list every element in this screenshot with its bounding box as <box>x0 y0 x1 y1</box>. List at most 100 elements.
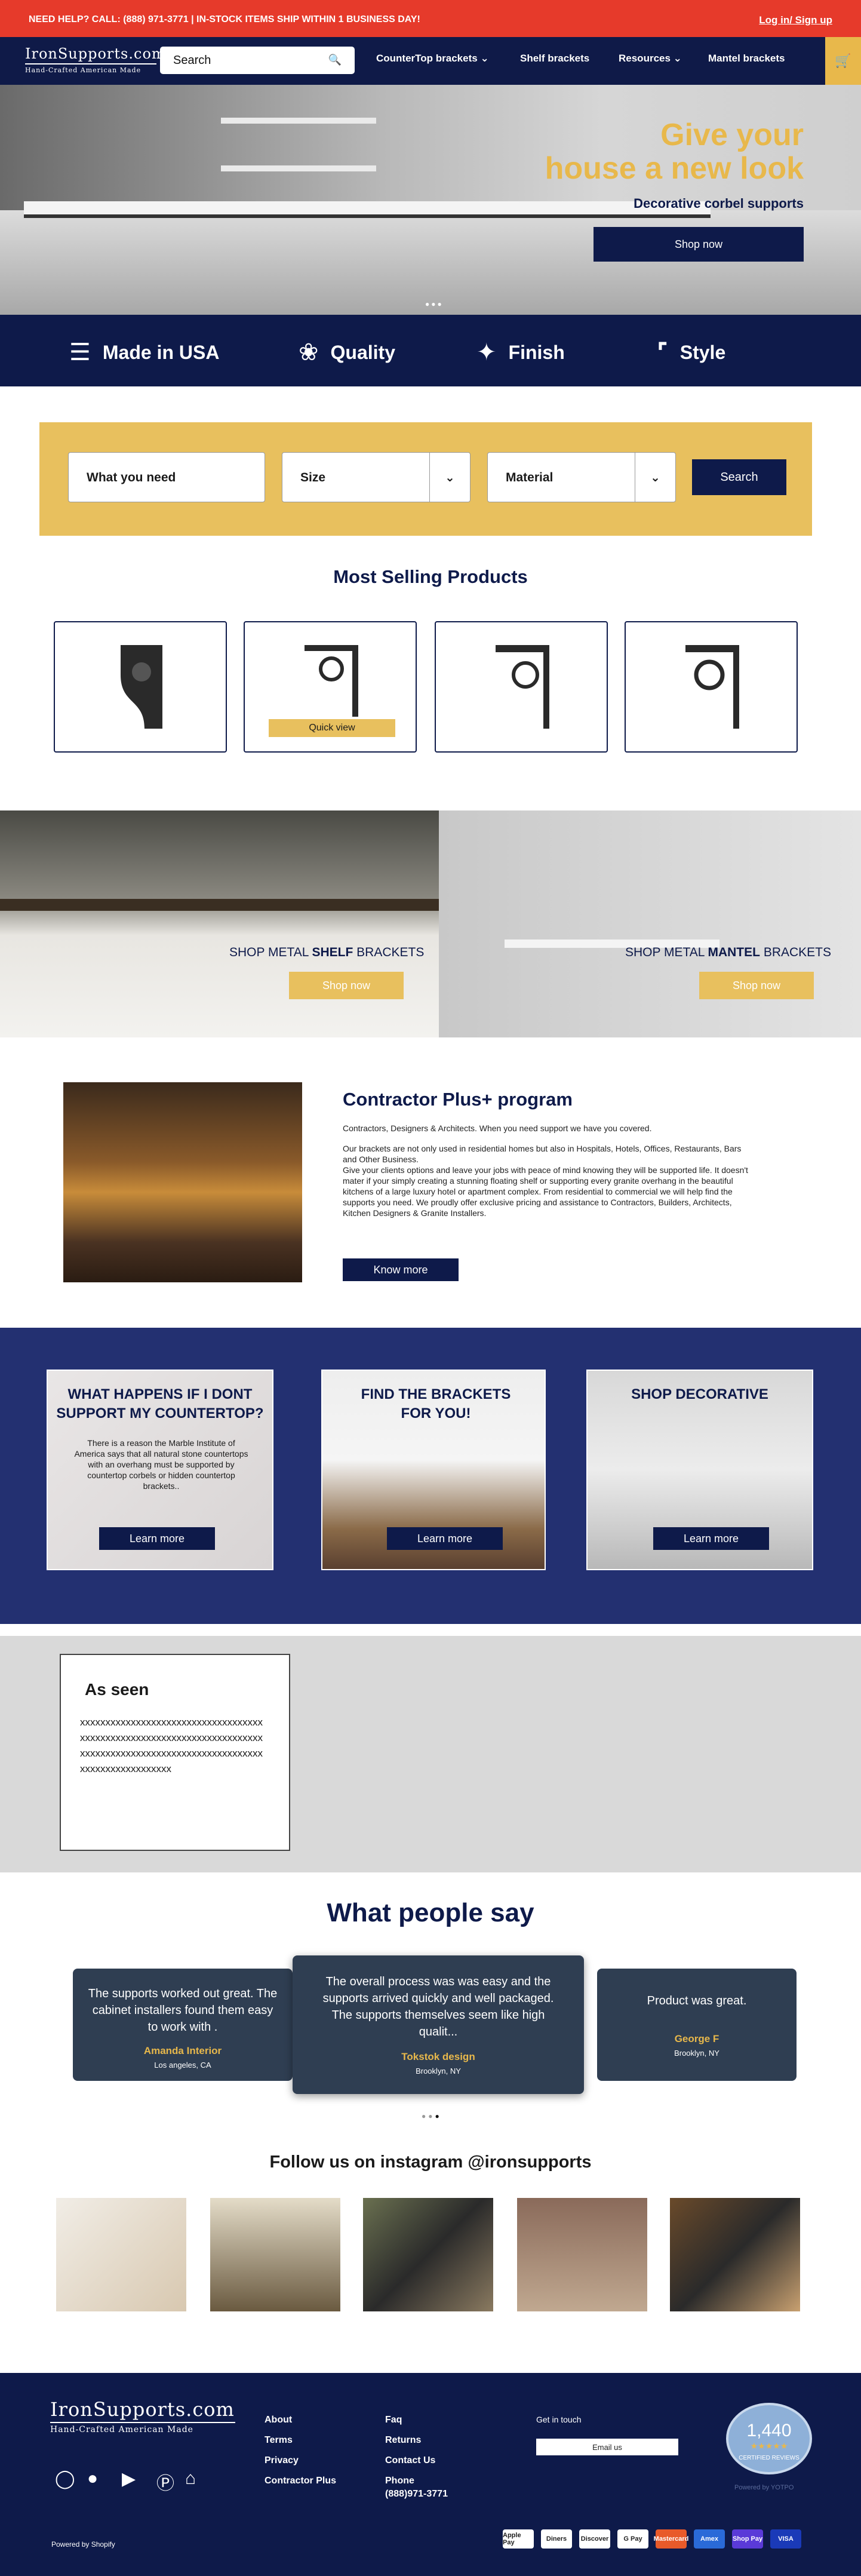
size-select[interactable]: Size ⌄ <box>282 452 471 502</box>
instagram-post[interactable] <box>670 2198 800 2311</box>
bracket-image <box>305 645 358 717</box>
reviews-badge[interactable]: 1,440 ★★★★★ CERTIFIED REVIEWS <box>726 2403 812 2474</box>
hero-shop-now-button[interactable]: Shop now <box>594 227 804 262</box>
powered-by-yotpo[interactable]: Powered by YOTPO <box>734 2484 794 2491</box>
shelf-brackets-banner[interactable]: SHOP METAL SHELF BRACKETS Shop now <box>0 810 439 1037</box>
hero-countertop <box>24 201 711 218</box>
learn-more-button[interactable]: Learn more <box>99 1527 215 1550</box>
product-card[interactable]: Quick view <box>244 621 417 753</box>
card-title: FIND THE BRACKETS FOR YOU! <box>361 1386 511 1421</box>
mantel-brackets-banner[interactable]: SHOP METAL MANTEL BRACKETS Shop now <box>439 810 861 1037</box>
shop-mantel-button[interactable]: Shop now <box>699 972 814 999</box>
contractor-title: Contractor Plus+ program <box>343 1089 573 1110</box>
contractor-body-1: Our brackets are not only used in reside… <box>343 1144 742 1164</box>
medal-icon: ❀ <box>299 339 319 366</box>
bracket-image <box>685 645 739 729</box>
footer-contact[interactable]: Contact Us <box>385 2455 435 2466</box>
site-header: IronSupports.com Hand-Crafted American M… <box>0 37 861 85</box>
know-more-button[interactable]: Know more <box>343 1258 459 1281</box>
logo-tagline: Hand-Crafted American Made <box>25 66 142 74</box>
bracket-image <box>496 645 549 729</box>
diners-icon: Diners <box>541 2529 572 2549</box>
testimonial-name: Tokstok design <box>401 2051 475 2062</box>
flag-icon: ☰ <box>69 339 91 366</box>
houzz-icon[interactable]: ⌂ <box>185 2468 196 2489</box>
email-us-button[interactable]: Email us <box>536 2439 678 2455</box>
shop-shelf-button[interactable]: Shop now <box>289 972 404 999</box>
testimonial-quote: Product was great. <box>647 1994 747 2007</box>
testimonial-card: The supports worked out great. The cabin… <box>73 1969 293 2081</box>
nav-mantel-brackets[interactable]: Mantel brackets <box>708 53 785 65</box>
footer-returns[interactable]: Returns <box>385 2435 421 2446</box>
logo[interactable]: IronSupports.com Hand-Crafted American M… <box>25 45 165 74</box>
hero-cabinets <box>0 210 861 315</box>
mastercard-icon: Mastercard <box>654 2529 688 2549</box>
powered-by-shopify[interactable]: Powered by Shopify <box>51 2540 115 2549</box>
instagram-post[interactable] <box>517 2198 647 2311</box>
card-text: There is a reason the Marble Institute o… <box>74 1438 248 1491</box>
search-input[interactable]: Search 🔍 <box>160 47 355 74</box>
product-card[interactable] <box>435 621 608 753</box>
learn-more-button[interactable]: Learn more <box>387 1527 503 1550</box>
footer-logo[interactable]: IronSupports.com Hand-Crafted American M… <box>50 2398 235 2434</box>
stars-icon: ★★★★★ <box>750 2441 788 2451</box>
testimonial-dots[interactable]: ●●● <box>422 2112 442 2120</box>
instagram-post[interactable] <box>56 2198 186 2311</box>
info-cards-section: WHAT HAPPENS IF I DONT SUPPORT MY COUNTE… <box>0 1328 861 1624</box>
youtube-icon[interactable]: ▶ <box>122 2468 136 2489</box>
info-card-decorative[interactable]: SHOP DECORATIVE Learn more <box>586 1370 813 1570</box>
pinterest-icon[interactable]: Ⓟ <box>156 2468 174 2495</box>
what-you-need-field[interactable]: What you need <box>68 452 265 502</box>
footer-terms[interactable]: Terms <box>265 2435 293 2446</box>
nav-shelf-brackets[interactable]: Shelf brackets <box>520 53 589 65</box>
footer-phone[interactable]: (888)971-3771 <box>385 2489 448 2500</box>
material-select[interactable]: Material ⌄ <box>487 452 676 502</box>
testimonial-city: Brooklyn, NY <box>674 2049 719 2058</box>
instagram-icon[interactable]: ◯ <box>55 2468 75 2489</box>
search-icon[interactable]: 🔍 <box>328 54 342 66</box>
product-card[interactable] <box>625 621 798 753</box>
instagram-post[interactable] <box>210 2198 340 2311</box>
footer-faq[interactable]: Faq <box>385 2415 402 2425</box>
bracket-image <box>121 645 162 729</box>
feature-style: ⌜ Style <box>657 339 726 366</box>
shelf-banner-label: SHOP METAL SHELF BRACKETS <box>229 945 425 959</box>
footer-contractor-plus[interactable]: Contractor Plus <box>265 2476 336 2486</box>
instagram-title: Follow us on instagram @ironsupports <box>269 2153 592 2172</box>
login-link[interactable]: Log in/ Sign up <box>759 14 832 26</box>
search-placeholder: Search <box>173 54 211 67</box>
info-card-find-brackets[interactable]: FIND THE BRACKETS FOR YOU! Learn more <box>321 1370 546 1570</box>
hero-shelf <box>221 118 376 124</box>
feature-made-in-usa: ☰ Made in USA <box>69 339 220 366</box>
card-title: WHAT HAPPENS IF I DONT SUPPORT MY COUNTE… <box>56 1386 264 1421</box>
bracket-icon: ⌜ <box>657 339 668 366</box>
nav-countertop-brackets[interactable]: CounterTop brackets ⌄ <box>376 53 489 65</box>
quick-view-button[interactable]: Quick view <box>269 719 395 737</box>
carousel-dots[interactable]: ●●● <box>425 300 444 308</box>
facebook-icon[interactable]: ● <box>87 2468 98 2489</box>
filter-search-button[interactable]: Search <box>692 459 786 495</box>
reviews-count: 1,440 <box>746 2421 792 2440</box>
testimonial-card-active: The overall process was was easy and the… <box>293 1955 584 2094</box>
instagram-post[interactable] <box>363 2198 493 2311</box>
card-title: SHOP DECORATIVE <box>631 1386 768 1402</box>
info-card-countertop[interactable]: WHAT HAPPENS IF I DONT SUPPORT MY COUNTE… <box>47 1370 273 1570</box>
learn-more-button[interactable]: Learn more <box>653 1527 769 1550</box>
cart-icon[interactable]: 🛒 <box>825 37 861 85</box>
as-seen-text: xxxxxxxxxxxxxxxxxxxxxxxxxxxxxxxxxxxxxxxx… <box>80 1717 263 1774</box>
reviews-label: CERTIFIED REVIEWS <box>739 2455 799 2461</box>
as-seen-title: As seen <box>85 1680 149 1699</box>
footer-privacy[interactable]: Privacy <box>265 2455 299 2466</box>
restaurant-bar-image <box>63 1082 302 1282</box>
feature-bar: ☰ Made in USA ❀ Quality ✦ Finish ⌜ Style <box>0 315 861 386</box>
product-card[interactable] <box>54 621 227 753</box>
hero-title: Give your house a new look <box>545 118 804 186</box>
nav-resources[interactable]: Resources ⌄ <box>619 53 682 65</box>
footer-about[interactable]: About <box>265 2415 292 2425</box>
sparkle-icon: ✦ <box>476 339 497 366</box>
footer-phone-label: Phone <box>385 2476 414 2486</box>
as-seen-box: As seen xxxxxxxxxxxxxxxxxxxxxxxxxxxxxxxx… <box>60 1654 290 1851</box>
testimonial-quote: The overall process was was easy and the… <box>322 1975 554 2038</box>
testimonial-name: George F <box>674 2033 719 2044</box>
as-seen-section: As seen xxxxxxxxxxxxxxxxxxxxxxxxxxxxxxxx… <box>0 1636 861 1872</box>
